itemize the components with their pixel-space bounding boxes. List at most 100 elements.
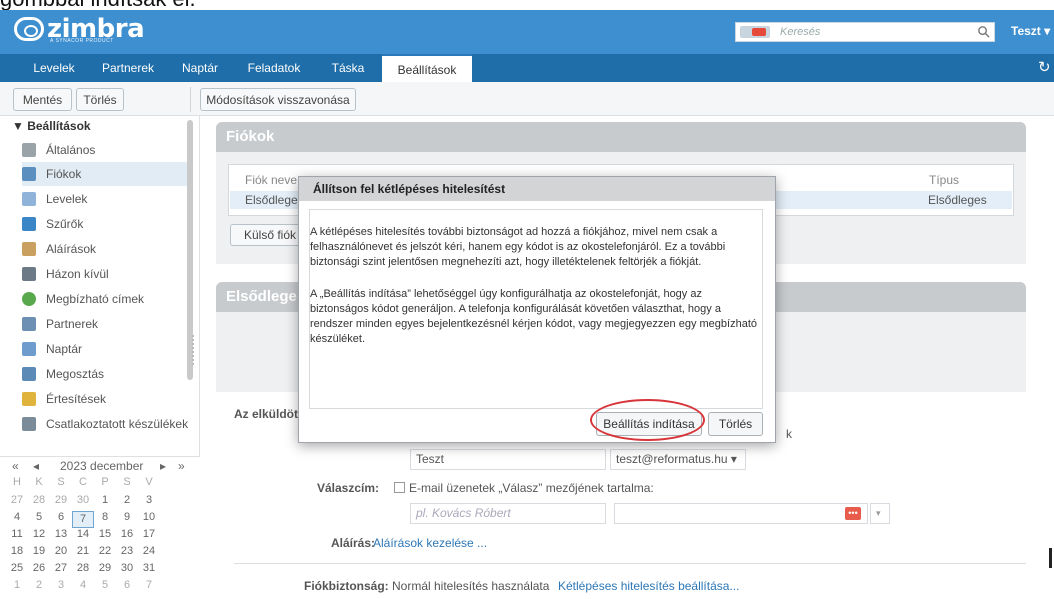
calendar-day[interactable]: 7 <box>138 579 160 591</box>
from-name-field[interactable]: Teszt <box>410 449 606 470</box>
search-icon[interactable] <box>977 25 990 38</box>
sidebar-item-contacts[interactable]: Partnerek <box>22 312 192 336</box>
calendar-day[interactable]: 13 <box>50 528 72 540</box>
delete-button[interactable]: Törlés <box>76 88 124 111</box>
sidebar-item-signatures[interactable]: Aláírások <box>22 237 192 261</box>
tab-briefcase[interactable]: Táska <box>326 54 370 82</box>
weekday-header: C <box>79 476 87 488</box>
column-header-type[interactable]: Típus <box>929 173 959 187</box>
calendar-day[interactable]: 12 <box>28 528 50 540</box>
calendar-day[interactable]: 28 <box>72 562 94 574</box>
save-button[interactable]: Mentés <box>13 88 72 111</box>
tab-mail[interactable]: Levelek <box>30 54 78 82</box>
tab-calendar[interactable]: Naptár <box>178 54 222 82</box>
calendar-day[interactable]: 4 <box>72 579 94 591</box>
tab-preferences[interactable]: Beállítások <box>382 54 472 82</box>
manage-signatures-link[interactable]: Aláírások kezelése ... <box>373 536 487 550</box>
dialog-body: A kétlépéses hitelesítés további biztons… <box>309 209 763 409</box>
reply-name-field[interactable]: pl. Kovács Róbert <box>410 503 606 524</box>
refresh-icon[interactable]: ↻ <box>1038 58 1054 76</box>
reply-address-field[interactable]: ••• <box>614 503 868 524</box>
sidebar-header-label: Beállítások <box>27 119 91 133</box>
sidebar-item-label: Értesítések <box>46 392 107 406</box>
sidebar-item-calendar[interactable]: Naptár <box>22 337 192 361</box>
calendar-day[interactable]: 14 <box>72 528 94 540</box>
calendar-day[interactable]: 1 <box>6 579 28 591</box>
calendar-day[interactable]: 29 <box>94 562 116 574</box>
sidebar-item-filters[interactable]: Szűrők <box>22 212 192 236</box>
sidebar-item-label: Csatlakoztatott készülékek <box>46 417 189 431</box>
reply-to-description: E-mail üzenetek „Válasz” mezőjének tarta… <box>409 481 654 495</box>
calendar-day[interactable]: 29 <box>50 494 72 506</box>
calendar-day[interactable]: 27 <box>6 494 28 506</box>
column-header-account-name[interactable]: Fiók neve <box>245 173 297 187</box>
next-month-icon[interactable]: ▸ <box>160 459 166 473</box>
weekday-header: V <box>145 476 153 488</box>
calendar-day[interactable]: 3 <box>50 579 72 591</box>
calendar-day[interactable]: 18 <box>6 545 28 557</box>
reply-to-checkbox[interactable] <box>394 482 405 493</box>
calendar-day[interactable]: 16 <box>116 528 138 540</box>
prev-year-icon[interactable]: « <box>12 459 19 473</box>
prev-month-icon[interactable]: ◂ <box>33 459 39 473</box>
calendar-day[interactable]: 27 <box>50 562 72 574</box>
sidebar-item-out-of-office[interactable]: Házon kívül <box>22 262 192 286</box>
calendar-day[interactable]: 31 <box>138 562 160 574</box>
sidebar-item-accounts[interactable]: Fiókok <box>22 162 192 186</box>
reply-to-label: Válaszcím: <box>317 481 380 495</box>
next-year-icon[interactable]: » <box>178 459 185 473</box>
calendar-day[interactable]: 25 <box>6 562 28 574</box>
two-step-setup-link[interactable]: Kétlépéses hitelesítés beállítása... <box>558 579 739 593</box>
sidebar-item-connected-devices[interactable]: Csatlakoztatott készülékek <box>22 412 192 436</box>
contact-picker-icon[interactable]: ••• <box>845 507 861 520</box>
search-input[interactable]: Keresés <box>735 22 995 42</box>
calendar-day[interactable]: 7 <box>72 511 94 528</box>
calendar-day[interactable]: 17 <box>138 528 160 540</box>
calendar-day[interactable]: 6 <box>50 511 72 523</box>
calendar-day[interactable]: 4 <box>6 511 28 523</box>
calendar-day[interactable]: 23 <box>116 545 138 557</box>
sidebar-item-sharing[interactable]: Megosztás <box>22 362 192 386</box>
sidebar-item-notifications[interactable]: Értesítések <box>22 387 192 411</box>
sidebar-item-label: Megosztás <box>46 367 105 381</box>
cancel-button[interactable]: Törlés <box>708 412 763 436</box>
from-address-select[interactable]: teszt@reformatus.hu ▾ <box>610 449 746 470</box>
calendar-day[interactable]: 19 <box>28 545 50 557</box>
calendar-day[interactable]: 22 <box>94 545 116 557</box>
calendar-day[interactable]: 5 <box>28 511 50 523</box>
calendar-day[interactable]: 11 <box>6 528 28 540</box>
zimbra-logo[interactable]: zimbra A SYNACOR PRODUCT <box>14 14 145 44</box>
calendar-day[interactable]: 26 <box>28 562 50 574</box>
calendar-day[interactable]: 6 <box>116 579 138 591</box>
calendar-day[interactable]: 2 <box>28 579 50 591</box>
reply-address-dropdown[interactable]: ▾ <box>870 503 890 524</box>
dialog-title[interactable]: Állítson fel kétlépéses hitelesítést <box>299 177 775 201</box>
sidebar-item-general[interactable]: Általános <box>22 138 192 162</box>
sidebar-header[interactable]: ▼ Beállítások <box>12 119 91 133</box>
sidebar-item-trusted-addresses[interactable]: Megbízható címek <box>22 287 192 311</box>
calendar-day[interactable]: 1 <box>94 494 116 506</box>
user-menu[interactable]: Teszt ▾ <box>1011 24 1050 38</box>
undo-changes-button[interactable]: Módosítások visszavonása <box>200 88 356 111</box>
calendar-day[interactable]: 3 <box>138 494 160 506</box>
calendar-day[interactable]: 21 <box>72 545 94 557</box>
sidebar-item-mail[interactable]: Levelek <box>22 187 192 211</box>
tab-tasks[interactable]: Feladatok <box>242 54 306 82</box>
mini-calendar: « ◂ 2023 december ▸ » H K S C P S V 27 28 29 30 1 2 3… <box>0 456 200 599</box>
calendar-day[interactable]: 9 <box>116 511 138 523</box>
toolbar-divider <box>190 87 191 112</box>
calendar-day[interactable]: 28 <box>28 494 50 506</box>
calendar-day[interactable]: 30 <box>72 494 94 506</box>
calendar-day[interactable]: 5 <box>94 579 116 591</box>
calendar-day[interactable]: 20 <box>50 545 72 557</box>
calendar-day[interactable]: 8 <box>94 511 116 523</box>
calendar-day[interactable]: 24 <box>138 545 160 557</box>
search-scope-icon[interactable] <box>740 26 770 38</box>
calendar-day[interactable]: 30 <box>116 562 138 574</box>
calendar-day[interactable]: 2 <box>116 494 138 506</box>
calendar-day[interactable]: 10 <box>138 511 160 523</box>
sidebar-resize-handle[interactable] <box>192 335 196 365</box>
calendar-day[interactable]: 15 <box>94 528 116 540</box>
shield-check-icon <box>22 292 36 306</box>
tab-contacts[interactable]: Partnerek <box>98 54 158 82</box>
